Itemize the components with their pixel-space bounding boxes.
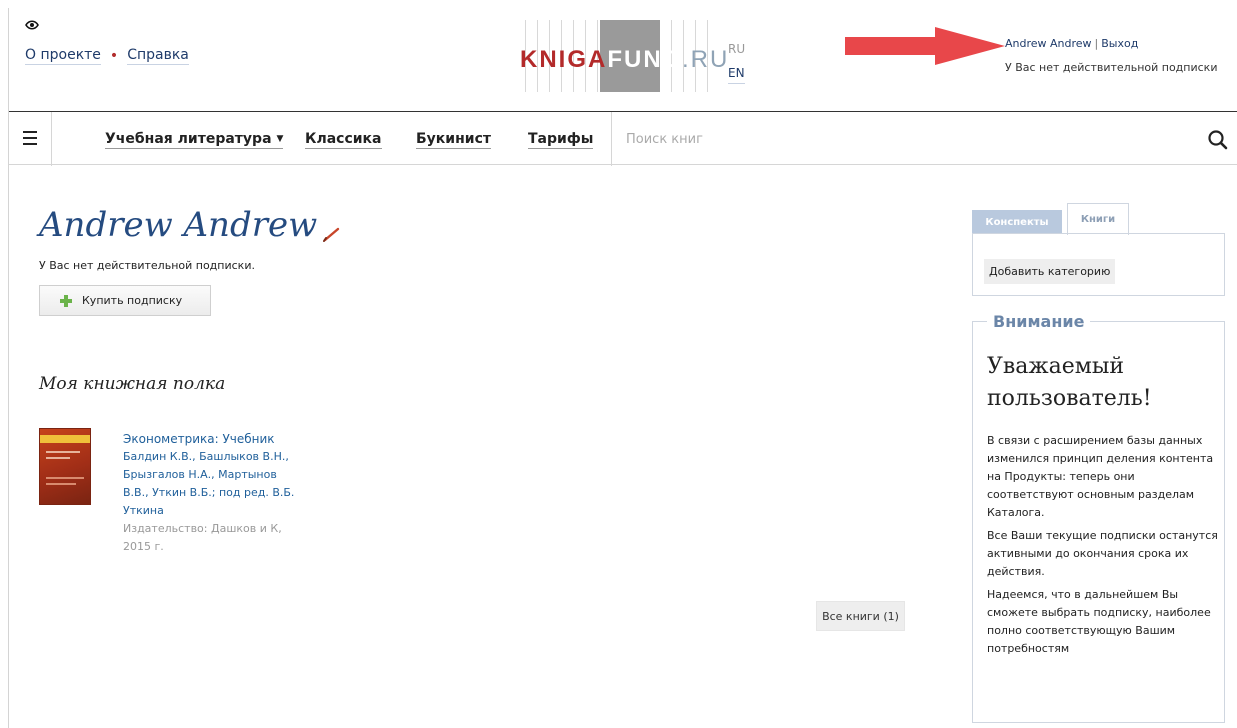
help-link[interactable]: Справка [127, 47, 189, 65]
add-category-button[interactable]: Добавить категорию [984, 259, 1116, 284]
book-info: Эконометрика: Учебник Балдин К.В., Башлы… [123, 430, 303, 556]
separator-dot: • [109, 48, 119, 64]
profile-name: Andrew Andrew [39, 205, 318, 245]
attention-box: Внимание Уважаемый пользователь! В связи… [972, 312, 1225, 723]
search-input[interactable] [626, 128, 1186, 150]
user-separator: | [1094, 37, 1099, 50]
buy-subscription-button[interactable]: Купить подписку [39, 285, 211, 316]
tab-books[interactable]: Книги [1067, 203, 1129, 235]
search-icon[interactable] [1207, 129, 1229, 151]
attention-legend: Внимание [987, 312, 1091, 331]
about-link[interactable]: О проекте [25, 47, 101, 65]
book-authors-link[interactable]: Балдин К.В., Башлыков В.Н., Брызгалов Н.… [123, 448, 303, 520]
nav-item-classics[interactable]: Классика [305, 131, 382, 149]
attention-paragraph: В связи с расширением базы данных измени… [987, 434, 1214, 519]
shelf-title: Моя книжная полка [39, 374, 226, 394]
attention-heading: Уважаемый пользователь! [987, 354, 1152, 411]
book-publisher: Издательство: Дашков и К, 2015 г. [123, 522, 282, 553]
book-cover[interactable] [39, 428, 91, 505]
tab-panel: Добавить категорию [972, 233, 1225, 296]
red-arrow-annotation [845, 27, 1005, 65]
logout-link[interactable]: Выход [1101, 37, 1138, 50]
subscription-status: У Вас нет действительной подписки. [39, 259, 255, 272]
logo-fund: FUND [607, 46, 682, 73]
attention-body: В связи с расширением базы данных измени… [987, 432, 1219, 663]
attention-paragraph: Надеемся, что в дальнейшем Вы сможете вы… [987, 588, 1211, 655]
nav-item-tariffs[interactable]: Тарифы [528, 131, 594, 149]
lang-ru[interactable]: RU [728, 36, 745, 63]
caret-down-icon: ▼ [276, 134, 284, 144]
book-title-link[interactable]: Эконометрика: Учебник [123, 430, 303, 448]
subscription-status-top: У Вас нет действительной подписки [1005, 61, 1218, 74]
tab-notes[interactable]: Конспекты [972, 210, 1062, 234]
plus-icon [60, 294, 72, 307]
nav-item-textbooks[interactable]: Учебная литература ▼ [105, 131, 284, 149]
top-links: О проекте • Справка [25, 47, 189, 65]
main-nav: Учебная литература ▼ Классика Букинист Та… [9, 111, 1237, 166]
top-header: О проекте • Справка KNIGAFUND.RU RU EN A… [9, 8, 1237, 111]
buy-subscription-label: Купить подписку [82, 294, 183, 307]
all-books-button[interactable]: Все книги (1) [816, 601, 905, 631]
site-logo[interactable]: KNIGAFUND.RU [514, 20, 727, 92]
logo-ru: .RU [682, 46, 730, 73]
language-switcher: RU EN [728, 36, 746, 84]
user-name-link[interactable]: Andrew Andrew [1005, 37, 1092, 50]
eye-icon[interactable] [25, 20, 39, 30]
edit-pencil-icon[interactable] [323, 226, 341, 242]
hamburger-menu-icon[interactable] [23, 131, 37, 145]
page: О проекте • Справка KNIGAFUND.RU RU EN A… [8, 8, 1237, 728]
logo-kniga: KNIGA [520, 46, 608, 73]
attention-paragraph: Все Ваши текущие подписки останутся акти… [987, 529, 1218, 578]
user-menu: Andrew Andrew | Выход [1005, 37, 1138, 50]
nav-item-antiquarian[interactable]: Букинист [416, 131, 492, 149]
lang-en[interactable]: EN [728, 63, 746, 84]
